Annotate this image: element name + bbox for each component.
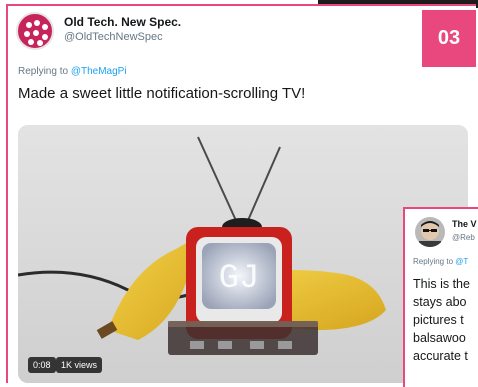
avatar[interactable] [415, 217, 445, 247]
video-duration: 0:08 [28, 357, 56, 373]
mention-link[interactable]: @TheMagPi [71, 66, 127, 77]
replying-label: Replying to [413, 257, 454, 266]
replying-label: Replying to [18, 66, 69, 77]
second-tweet-card: The V @Reb Replying to @T This is the st… [403, 207, 478, 387]
author-name[interactable]: Old Tech. New Spec. [64, 15, 181, 29]
video-views: 1K views [56, 357, 103, 373]
author-name[interactable]: The V [452, 219, 477, 229]
tweet-text-line: balsawoo [413, 331, 466, 345]
tweet-text-line: This is the [413, 277, 470, 291]
svg-text:GJ: GJ [219, 260, 260, 298]
tweet-text-line: pictures t [413, 313, 464, 327]
tweet-text: Made a sweet little notification-scrolli… [18, 85, 306, 102]
tweet-text: This is the stays abo pictures t balsawo… [413, 275, 470, 365]
avatar[interactable] [16, 12, 54, 50]
replying-to: Replying to @T [413, 257, 468, 266]
replying-to: Replying to @TheMagPi [18, 66, 127, 77]
tweet-text-line: accurate t [413, 349, 468, 363]
avatar-face-icon [419, 221, 441, 247]
author-handle[interactable]: @OldTechNewSpec [64, 31, 163, 43]
mention-link[interactable]: @T [455, 257, 468, 266]
media-video[interactable]: GJ 0:08 1K views [18, 125, 468, 383]
tweet-text-line: stays abo [413, 295, 467, 309]
figure-number-badge: 03 [422, 10, 476, 67]
tv-photo: GJ [18, 125, 468, 383]
author-handle[interactable]: @Reb [452, 233, 475, 242]
